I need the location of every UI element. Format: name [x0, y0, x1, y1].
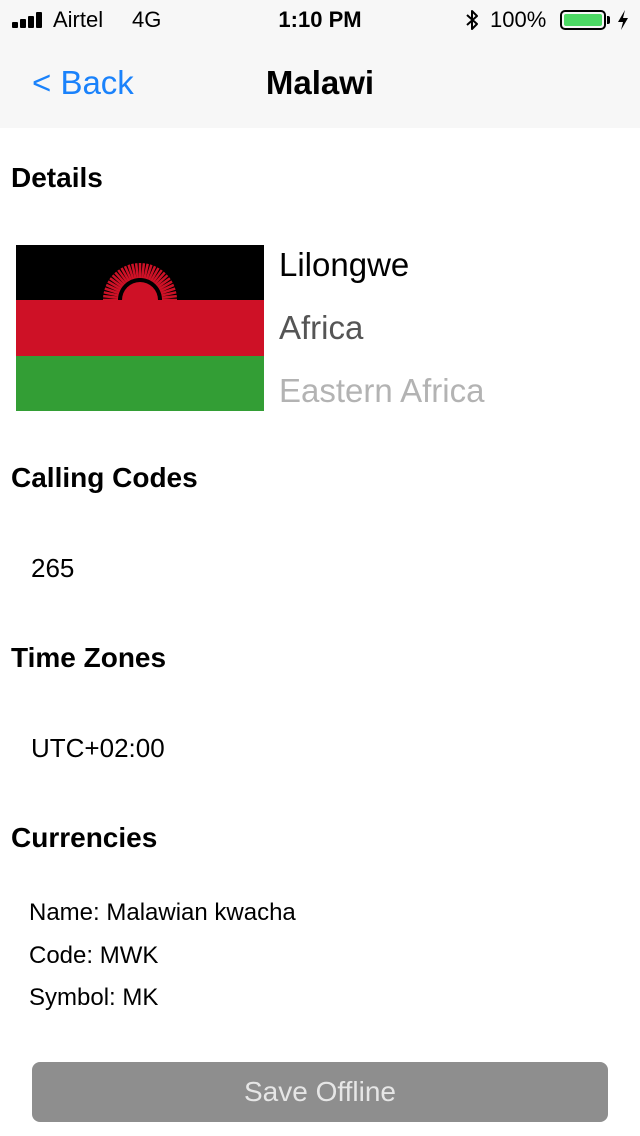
subregion: Eastern Africa [279, 372, 485, 409]
malawi-flag-image [16, 245, 264, 411]
bluetooth-icon [466, 10, 478, 30]
region: Africa [279, 309, 364, 346]
currencies-header: Currencies [11, 822, 158, 853]
battery-tip [607, 16, 610, 24]
sun-ray [161, 294, 177, 299]
charging-bolt-icon [618, 10, 628, 30]
currency-symbol: Symbol: MK [29, 984, 159, 1011]
sun-ray [141, 263, 146, 279]
details-header: Details [11, 162, 103, 193]
sun-ray [134, 263, 139, 279]
status-bar: Airtel 4G 1:10 PM 100% [0, 0, 640, 40]
battery-icon [560, 10, 606, 30]
time-zones-header: Time Zones [11, 642, 167, 673]
currency-name: Name: Malawian kwacha [29, 899, 296, 926]
battery-percentage: 100% [490, 7, 547, 32]
save-offline-button[interactable]: Save Offline [32, 1062, 608, 1122]
navigation-bar: < Back Malawi [0, 40, 640, 128]
country-flag [16, 245, 264, 411]
capital-city: Lilongwe [279, 246, 410, 283]
calling-codes-header: Calling Codes [11, 462, 198, 493]
battery-fill [564, 14, 602, 26]
currency-code: Code: MWK [29, 942, 159, 969]
calling-code-value: 265 [31, 553, 75, 583]
sun-ray [103, 294, 119, 299]
save-offline-label: Save Offline [243, 1076, 397, 1107]
page-title: Malawi [265, 64, 375, 101]
time-zone-value: UTC+02:00 [31, 733, 165, 763]
